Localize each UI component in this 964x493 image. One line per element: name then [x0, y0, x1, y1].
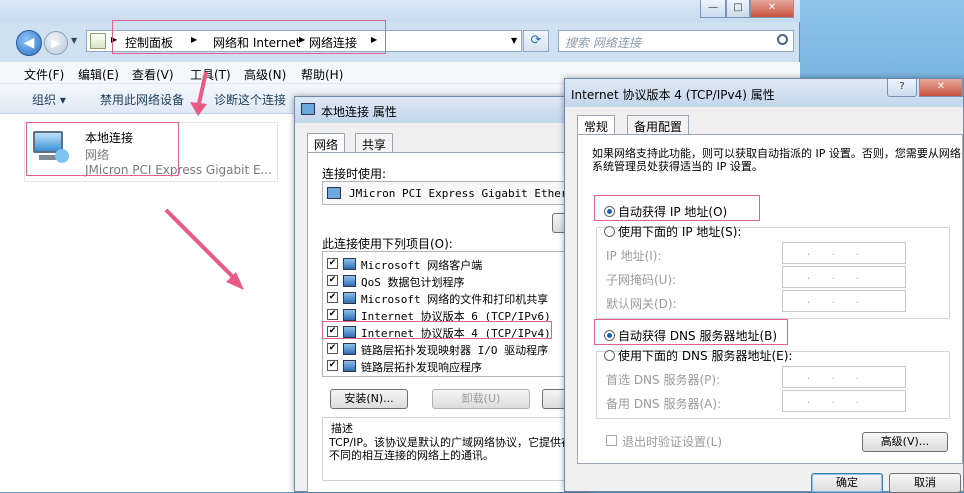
item-label: 链路层拓扑发现响应程序 [361, 361, 482, 374]
network-icon [301, 103, 315, 115]
ipv4-item-highlight [322, 321, 552, 339]
uninstall-button: 卸载(U) [432, 389, 530, 409]
ipv4-titlebar: Internet 协议版本 4 (TCP/IPv4) 属性 ? ✕ [565, 79, 963, 107]
item-checkbox[interactable]: ✔ [327, 258, 338, 269]
adapter-name: JMicron PCI Express Gigabit Etherne [349, 187, 581, 200]
connection-properties-dialog: 本地连接 属性 网络 共享 连接时使用: JMicron PCI Express… [294, 96, 592, 492]
alternate-dns-label: 备用 DNS 服务器(A): [606, 397, 722, 411]
component-icon [343, 309, 356, 321]
arrow-to-properties [164, 208, 238, 282]
item-label: Microsoft 网络的文件和打印机共享 [361, 293, 549, 306]
subnet-mask-label: 子网掩码(U): [606, 273, 677, 287]
item-label: QoS 数据包计划程序 [361, 276, 465, 289]
list-item[interactable]: ✔ 链路层拓扑发现映射器 I/O 驱动程序 [323, 341, 585, 357]
gateway-field: . . . [782, 290, 906, 312]
install-button[interactable]: 安装(N)... [330, 389, 408, 409]
advanced-button[interactable]: 高级(V)... [862, 432, 948, 452]
manual-ip-label[interactable]: 使用下面的 IP 地址(S): [618, 223, 741, 240]
ipv4-properties-dialog: Internet 协议版本 4 (TCP/IPv4) 属性 ? ✕ 常规 备用配… [564, 78, 964, 493]
item-label: Microsoft 网络客户端 [361, 259, 483, 272]
subnet-mask-field: . . . [782, 266, 906, 288]
list-item[interactable]: ✔ 链路层拓扑发现响应程序 [323, 358, 585, 374]
cancel-button[interactable]: 取消 [889, 473, 961, 493]
auto-dns-highlight [594, 319, 788, 345]
adapter-field: JMicron PCI Express Gigabit Etherne [322, 181, 586, 205]
ipv4-title: Internet 协议版本 4 (TCP/IPv4) 属性 [571, 88, 775, 102]
list-item[interactable]: ✔ Microsoft 网络的文件和打印机共享 [323, 290, 585, 306]
properties-titlebar: 本地连接 属性 [295, 97, 591, 123]
description-text: TCP/IP。该协议是默认的广域网络协议，它提供在不同的相互连接的网络上的通讯。 [329, 436, 572, 462]
component-icon [343, 275, 356, 287]
tab-general[interactable]: 常规 [577, 115, 616, 135]
arrow-tools-to-toolbar [196, 71, 208, 109]
tab-alternate[interactable]: 备用配置 [627, 115, 690, 135]
auto-ip-highlight [594, 195, 760, 221]
ip-address-label: IP 地址(I): [606, 249, 662, 263]
manual-dns-label[interactable]: 使用下面的 DNS 服务器地址(E): [618, 347, 792, 364]
validate-label: 退出时验证设置(L) [622, 435, 723, 449]
gateway-label: 默认网关(D): [606, 297, 677, 311]
item-checkbox[interactable]: ✔ [327, 275, 338, 286]
ok-button[interactable]: 确定 [811, 473, 883, 493]
tab-sharing[interactable]: 共享 [355, 133, 394, 153]
help-button[interactable]: ? [887, 79, 917, 97]
item-checkbox[interactable]: ✔ [327, 292, 338, 303]
component-icon [343, 292, 356, 304]
component-icon [343, 258, 356, 270]
general-tab-panel: 如果网络支持此功能，则可以获取自动指派的 IP 设置。否则，您需要从网络系统管理… [577, 134, 963, 464]
preferred-dns-label: 首选 DNS 服务器(P): [606, 373, 721, 387]
adapter-icon [327, 187, 341, 199]
manual-ip-radio[interactable] [604, 226, 615, 237]
ipv4-intro-text: 如果网络支持此功能，则可以获取自动指派的 IP 设置。否则，您需要从网络系统管理… [592, 147, 961, 173]
preferred-dns-field: . . . [782, 366, 906, 388]
component-list: ✔ Microsoft 网络客户端 ✔ QoS 数据包计划程序 ✔ Microsoft 网… [322, 251, 586, 377]
ipv4-close-button[interactable]: ✕ [919, 79, 963, 97]
manual-dns-radio[interactable] [604, 350, 615, 361]
network-tab-panel: 连接时使用: JMicron PCI Express Gigabit Ether… [307, 152, 588, 492]
component-icon [343, 343, 356, 355]
arrowhead [190, 102, 207, 116]
alternate-dns-field: . . . [782, 390, 906, 412]
ip-address-field: . . . [782, 242, 906, 264]
item-checkbox[interactable]: ✔ [327, 343, 338, 354]
item-label: 链路层拓扑发现映射器 I/O 驱动程序 [361, 344, 549, 357]
description-group: 描述 TCP/IP。该协议是默认的广域网络协议，它提供在不同的相互连接的网络上的… [322, 417, 584, 481]
tab-network[interactable]: 网络 [307, 133, 346, 153]
item-checkbox[interactable]: ✔ [327, 309, 338, 320]
items-label: 此连接使用下列项目(O): [322, 237, 453, 251]
component-icon [343, 360, 356, 372]
item-checkbox[interactable]: ✔ [327, 360, 338, 371]
description-label: 描述 [331, 422, 353, 435]
properties-title: 本地连接 属性 [321, 105, 397, 119]
connect-using-label: 连接时使用: [322, 167, 387, 181]
list-item[interactable]: ✔ QoS 数据包计划程序 [323, 273, 585, 289]
list-item[interactable]: ✔ Microsoft 网络客户端 [323, 256, 585, 272]
validate-checkbox [606, 435, 617, 446]
